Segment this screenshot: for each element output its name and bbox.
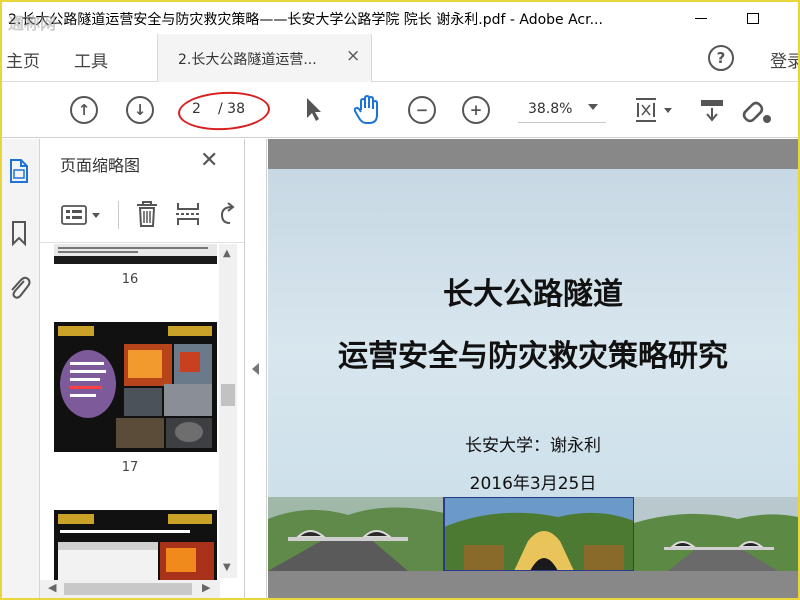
menu-bar: 主页 工具 2.长大公路隧道运营... × ? 登录 <box>2 34 798 82</box>
tools-tab[interactable]: 工具 <box>74 47 108 72</box>
options-icon[interactable] <box>60 204 106 226</box>
attachment-icon[interactable] <box>6 273 32 303</box>
panel-title: 页面缩略图 <box>60 156 141 175</box>
thumbnail-page-number: 16 <box>121 272 139 287</box>
arrow-up-icon[interactable]: ↑ <box>70 96 98 124</box>
close-tab-icon[interactable]: × <box>346 46 360 66</box>
fit-page-icon[interactable] <box>632 95 676 125</box>
close-panel-icon[interactable]: ✕ <box>200 148 218 173</box>
insert-icon[interactable] <box>174 199 202 229</box>
thumbnail-page-17[interactable] <box>54 322 217 452</box>
horizontal-scrollbar[interactable]: ◀ ▶ <box>40 580 220 598</box>
pdf-page: 长大公路隧道 运营安全与防灾救灾策略研究 长安大学：谢永利 2016年3月25日 <box>268 169 798 571</box>
slide-date: 2016年3月25日 <box>469 474 597 494</box>
minimize-icon <box>695 17 707 19</box>
collapse-panel-icon[interactable] <box>252 363 259 375</box>
scroll-mode-icon[interactable] <box>698 95 728 125</box>
left-nav-pane <box>2 139 40 598</box>
scrollbar-thumb[interactable] <box>64 583 192 595</box>
bookmark-icon[interactable] <box>6 219 32 247</box>
tunnel-photos <box>268 497 798 571</box>
login-button[interactable]: 登录 <box>770 47 798 72</box>
thumbnail-list: 16 17 <box>40 244 220 580</box>
scroll-down-icon[interactable]: ▼ <box>223 562 231 573</box>
toolbar: ↑ ↓ 2 / 38 − + 38.8% <box>2 83 798 138</box>
watermark: 通称网 <box>8 14 57 33</box>
minimize-button[interactable] <box>678 2 724 34</box>
title-bar: 2.长大公路隧道运营安全与防灾救灾策略——长安大学公路学院 院长 谢永利.pdf… <box>2 2 798 34</box>
thumbnail-page-16[interactable] <box>54 244 217 264</box>
home-tab[interactable]: 主页 <box>6 47 40 72</box>
hand-icon[interactable] <box>352 95 382 125</box>
slide-title-line1: 长大公路隧道 <box>443 277 623 312</box>
thumbnail-panel: 页面缩略图 ✕ 16 17 ▲ ▼ ◀ ▶ <box>40 139 245 598</box>
help-icon[interactable]: ? <box>708 45 734 71</box>
link-icon[interactable] <box>738 95 772 125</box>
maximize-button[interactable] <box>730 2 776 34</box>
thumbnail-17-image <box>54 322 217 452</box>
thumbnail-page-18[interactable] <box>54 510 217 580</box>
window-title: 2.长大公路隧道运营安全与防灾救灾策略——长安大学公路学院 院长 谢永利.pdf… <box>8 12 603 28</box>
select-cursor-icon[interactable] <box>302 95 324 123</box>
panel-toolbar <box>40 187 244 243</box>
zoom-in-icon[interactable]: + <box>462 96 490 124</box>
slide-author: 长安大学：谢永利 <box>465 436 601 456</box>
toolbar-divider <box>118 201 119 229</box>
thumbnails-icon[interactable] <box>6 157 32 185</box>
maximize-icon <box>747 12 759 24</box>
scroll-left-icon[interactable]: ◀ <box>48 581 56 594</box>
thumbnail-18-image <box>54 510 217 580</box>
zoom-value: 38.8% <box>528 101 573 117</box>
delete-icon[interactable] <box>134 199 160 229</box>
document-view[interactable]: 长大公路隧道 运营安全与防灾救灾策略研究 长安大学：谢永利 2016年3月25日 <box>268 139 798 598</box>
scrollbar-thumb[interactable] <box>221 384 235 406</box>
vertical-scrollbar[interactable]: ▲ ▼ <box>219 244 237 578</box>
scroll-right-icon[interactable]: ▶ <box>202 581 210 594</box>
arrow-down-icon[interactable]: ↓ <box>126 96 154 124</box>
scroll-up-icon[interactable]: ▲ <box>223 248 231 259</box>
document-tab-label: 2.长大公路隧道运营... <box>178 52 317 68</box>
zoom-out-icon[interactable]: − <box>408 96 436 124</box>
thumbnail-page-number: 17 <box>121 460 139 475</box>
chevron-down-icon <box>588 104 598 110</box>
app-window: 2.长大公路隧道运营安全与防灾救灾策略——长安大学公路学院 院长 谢永利.pdf… <box>0 0 800 600</box>
document-tab[interactable]: 2.长大公路隧道运营... × <box>157 34 372 82</box>
panel-splitter[interactable] <box>245 139 267 598</box>
slide-title-line2: 运营安全与防灾救灾策略研究 <box>338 339 728 374</box>
zoom-select[interactable]: 38.8% <box>518 101 606 123</box>
rotate-icon[interactable] <box>216 201 238 227</box>
